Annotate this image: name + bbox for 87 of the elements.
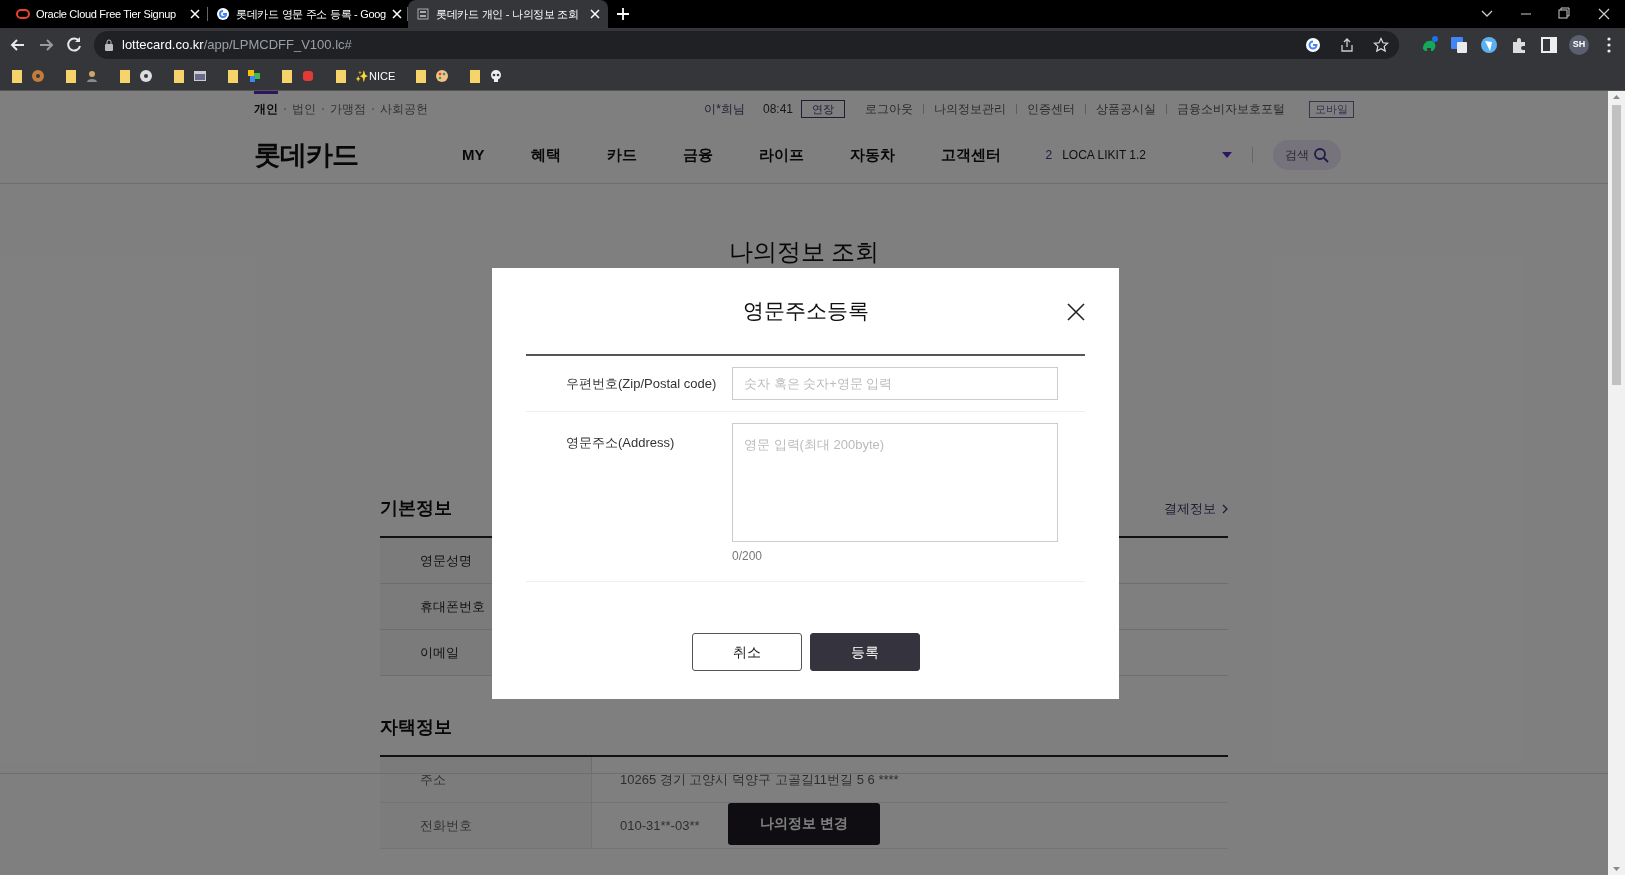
nav-link[interactable]: 자동차 [849, 143, 895, 167]
tab-title: 롯데카드 영문 주소 등록 - Goog [236, 6, 386, 22]
disc-icon[interactable] [139, 69, 153, 83]
zip-code-field[interactable]: 숫자 혹은 숫자+영문 입력 [732, 367, 1058, 400]
browser-tab[interactable]: 롯데카드 개인 - 나의정보 조회 [408, 0, 608, 28]
utility-link[interactable]: 금융소비자보호포털 [1177, 100, 1285, 118]
google-icon [216, 7, 230, 21]
card-name: LOCA LIKIT 1.2 [1062, 147, 1147, 164]
nav-link[interactable]: 고객센터 [940, 143, 1001, 167]
card-selector[interactable]: 2 LOCA LIKIT 1.2 [1045, 146, 1232, 164]
utility-link[interactable]: 로그아웃 [865, 100, 913, 118]
person-icon[interactable] [85, 69, 99, 83]
folder-icon[interactable] [336, 69, 346, 83]
share-icon[interactable] [1339, 37, 1355, 53]
palette-icon[interactable] [435, 69, 450, 83]
card-count: 2 [1045, 147, 1053, 164]
utility-link[interactable]: 인증센터 [1027, 100, 1075, 118]
row-value: 10265 경기 고양시 덕양구 고골길11번길 5 6 **** [620, 770, 899, 789]
donut-icon[interactable] [31, 69, 45, 83]
site-logo[interactable]: 롯데카드 [254, 134, 462, 176]
search-icon [1312, 147, 1329, 163]
url-text: lottecard.co.kr/app/LPMCDFF_V100.lc# [122, 36, 352, 55]
dialog-title: 영문주소등록 [742, 298, 869, 325]
google-icon[interactable] [1305, 37, 1321, 53]
address-field[interactable]: 영문 입력(최대 200byte) [732, 423, 1058, 542]
field-label: 우편번호(Zip/Postal code) [565, 375, 718, 393]
browser-tab[interactable]: Oracle Cloud Free Tier Signup [8, 0, 208, 28]
nav-link[interactable]: 라이프 [758, 143, 804, 167]
segment-link[interactable]: 법인 [292, 100, 316, 118]
folder-icon[interactable] [282, 69, 292, 83]
nav-link[interactable]: 금융 [682, 143, 713, 167]
segment-link[interactable]: 개인 [254, 91, 278, 118]
page-title: 나의정보 조회 [727, 237, 881, 267]
folder-icon[interactable] [120, 69, 130, 83]
window-icon[interactable] [193, 69, 207, 83]
folder-icon[interactable] [12, 69, 22, 83]
side-panel-icon[interactable] [1539, 35, 1559, 55]
caret-icon [1221, 152, 1232, 158]
close-icon[interactable] [1067, 303, 1085, 321]
utility-link[interactable]: 상품공시실 [1096, 100, 1156, 118]
chevron-icon [1222, 503, 1228, 514]
nav-link[interactable]: MY [462, 143, 485, 167]
nav-link[interactable]: 카드 [606, 143, 637, 167]
field-label: 영문주소(Address) [565, 434, 676, 452]
folder-icon[interactable] [416, 69, 427, 83]
utility-link[interactable]: 나의정보관리 [934, 100, 1006, 118]
tab-title: Oracle Cloud Free Tier Signup [36, 6, 176, 22]
folder-icon[interactable] [470, 69, 481, 83]
scrollbar-thumb[interactable] [1612, 105, 1621, 385]
folder-icon[interactable] [66, 69, 76, 83]
folder-icon[interactable] [228, 69, 238, 83]
folder-icon[interactable] [174, 69, 184, 83]
payment-info-link[interactable]: 결제정보 [1164, 498, 1228, 519]
profile-avatar[interactable]: SH [1569, 35, 1589, 55]
segment-link[interactable]: 가맹점 [330, 100, 366, 118]
section-title: 기본정보 [380, 497, 452, 520]
edit-info-button[interactable]: 나의정보 변경 [728, 802, 880, 845]
user-name: 이*희님 [704, 101, 745, 118]
row-label: 주소 [420, 770, 446, 789]
session-timer: 08:41 [762, 101, 793, 118]
row-label: 영문성명 [420, 551, 472, 570]
lock-icon [104, 39, 114, 51]
blocks-icon[interactable] [247, 69, 261, 83]
segment-link[interactable]: 사회공헌 [380, 100, 428, 118]
section-title: 자택정보 [380, 716, 452, 739]
row-label: 이메일 [420, 643, 459, 662]
nav-link[interactable]: 혜택 [530, 143, 561, 167]
row-value: 010-31**-03** [620, 816, 700, 835]
tab-title: 롯데카드 개인 - 나의정보 조회 [436, 6, 579, 22]
address-bar[interactable]: lottecard.co.kr/app/LPMCDFF_V100.lc# [94, 31, 1399, 59]
mobile-button[interactable]: 모바일 [1309, 100, 1354, 118]
register-button[interactable]: 등록 [809, 633, 920, 671]
row-label: 전화번호 [420, 816, 472, 835]
row-label: 휴대폰번호 [420, 597, 485, 616]
oracle-icon [16, 7, 30, 21]
extend-button[interactable]: 연장 [801, 100, 845, 118]
scrollbar[interactable] [1608, 91, 1625, 875]
skull-icon[interactable] [489, 69, 504, 83]
page-icon [416, 7, 430, 21]
search-button[interactable]: 검색 [1272, 140, 1341, 170]
browser-tab[interactable]: 롯데카드 영문 주소 등록 - Goog [208, 0, 408, 28]
compass-icon[interactable] [1479, 35, 1499, 55]
bookmark[interactable]: ✨NICE [355, 67, 396, 85]
cancel-button[interactable]: 취소 [691, 633, 802, 671]
star-icon[interactable] [1373, 37, 1389, 53]
app-icon[interactable] [301, 69, 315, 83]
character-counter: 0/200 [732, 548, 763, 565]
